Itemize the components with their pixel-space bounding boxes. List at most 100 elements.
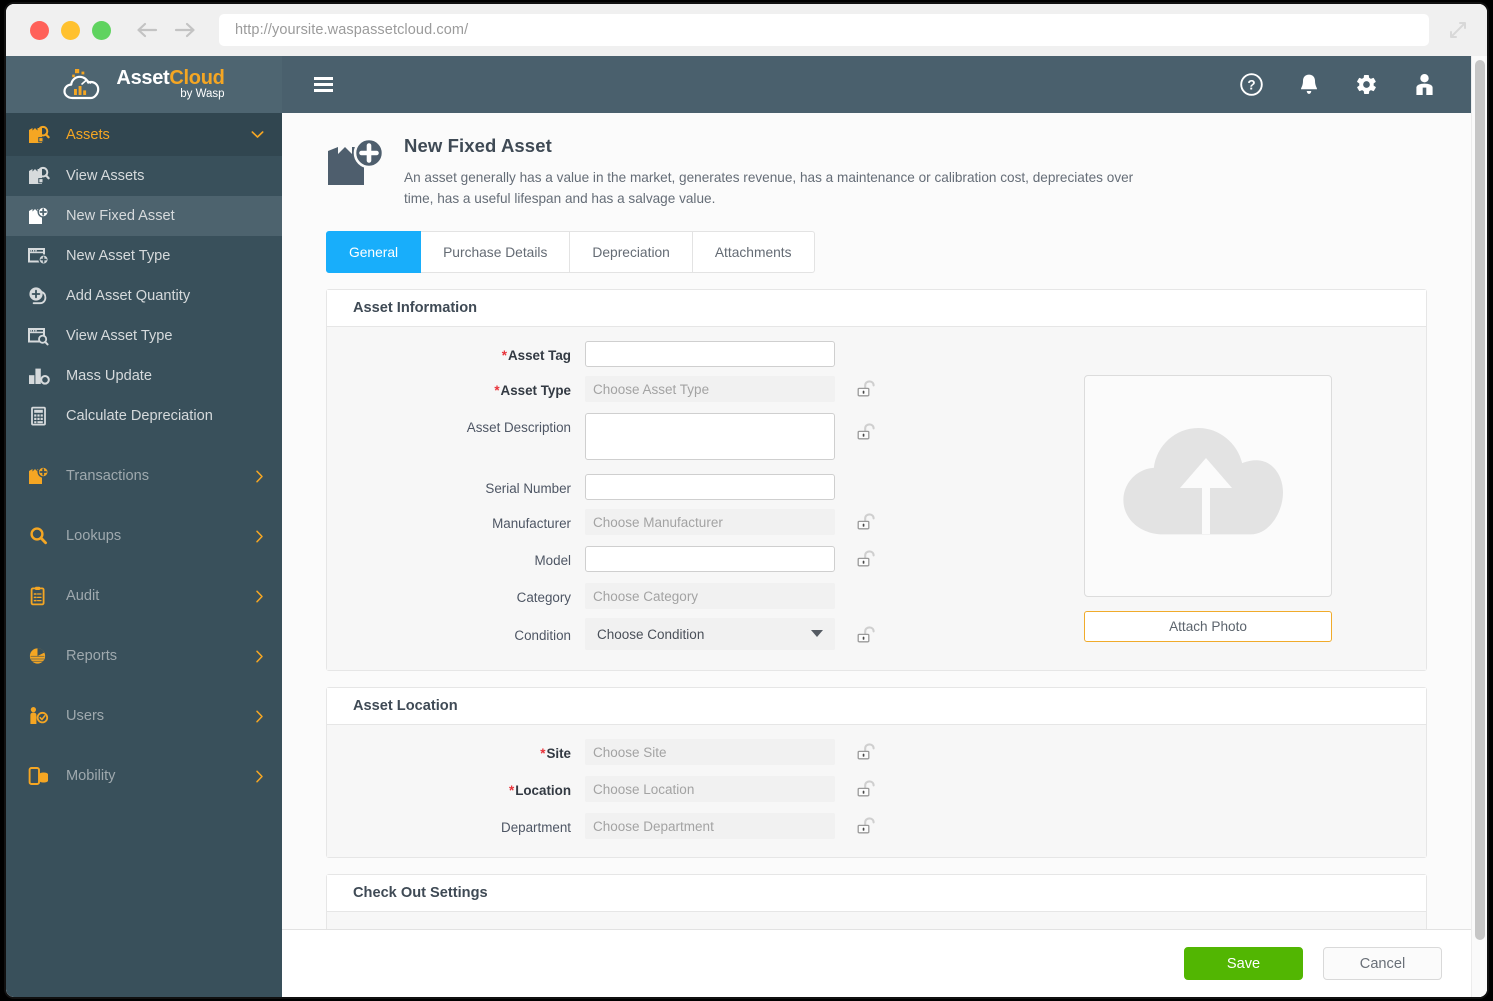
- hamburger-icon[interactable]: [314, 77, 333, 92]
- panel-title: Asset Location: [353, 698, 458, 715]
- asset-type-input[interactable]: [585, 376, 835, 403]
- tab-general[interactable]: General: [326, 231, 422, 274]
- app-topbar: AssetCloud by Wasp ?: [6, 56, 1471, 113]
- close-window-button[interactable]: [30, 20, 49, 40]
- clipboard-icon: [28, 586, 54, 606]
- site-input[interactable]: [585, 739, 835, 766]
- brand-logo[interactable]: AssetCloud by Wasp: [6, 56, 282, 113]
- required-marker: *: [508, 783, 515, 799]
- tab-attachments[interactable]: Attachments: [692, 231, 815, 274]
- required-marker: *: [494, 383, 500, 399]
- sidebar-group-label: Lookups: [66, 528, 122, 544]
- condition-select[interactable]: Choose Condition: [585, 618, 835, 651]
- sidebar-group-audit[interactable]: Audit: [6, 576, 282, 616]
- field-row-asset-tag: *Asset Tag: [327, 341, 1426, 368]
- notifications-icon[interactable]: [1299, 73, 1319, 96]
- model-input[interactable]: [585, 546, 835, 573]
- photo-upload-column: Attach Photo: [1084, 375, 1332, 643]
- main-content: New Fixed Asset An asset generally has a…: [282, 113, 1471, 997]
- chevron-right-icon: [255, 530, 264, 543]
- sidebar-group-label: Transactions: [66, 468, 150, 484]
- sidebar-group-assets[interactable]: Assets: [6, 113, 282, 156]
- logo-primary-text: Asset: [116, 67, 170, 90]
- unlocked-padlock-icon[interactable]: [857, 546, 879, 574]
- form-footer: Save Cancel: [282, 929, 1471, 997]
- panel-asset-location: Asset Location *Site Choose Site *Locati…: [326, 687, 1427, 859]
- assetcloud-logo: AssetCloud by Wasp: [63, 67, 225, 102]
- url-bar[interactable]: http://yoursite.waspassetcloud.com/: [219, 14, 1429, 46]
- asset-description-textarea[interactable]: [585, 413, 835, 461]
- tab-purchase-details[interactable]: Purchase Details: [421, 231, 571, 274]
- browser-chrome: http://yoursite.waspassetcloud.com/: [6, 4, 1487, 56]
- maximize-window-button[interactable]: [92, 20, 111, 40]
- user-account-icon[interactable]: [1414, 73, 1435, 96]
- help-icon[interactable]: ?: [1240, 73, 1263, 96]
- sidebar: Assets View Assets New Fixed Asset New A…: [6, 113, 282, 997]
- unlocked-padlock-icon[interactable]: [857, 376, 879, 404]
- save-button[interactable]: Save: [1184, 947, 1303, 980]
- chevron-right-icon: [255, 470, 264, 483]
- asset-search-icon: [28, 125, 54, 145]
- sidebar-item-mass-update[interactable]: Mass Update: [6, 356, 282, 396]
- label-condition: Condition: [514, 628, 571, 644]
- panel-body: Set check out defaults: [327, 912, 1426, 929]
- back-button[interactable]: [135, 20, 160, 40]
- tab-depreciation[interactable]: Depreciation: [570, 231, 693, 274]
- sidebar-item-label: View Assets: [66, 168, 145, 184]
- sidebar-item-label: Add Asset Quantity: [66, 288, 191, 304]
- unlocked-padlock-icon[interactable]: [857, 413, 879, 447]
- manufacturer-input[interactable]: [585, 509, 835, 536]
- sidebar-item-view-assets[interactable]: View Assets: [6, 156, 282, 196]
- forward-button[interactable]: [172, 20, 197, 40]
- sidebar-item-calculate-depreciation[interactable]: Calculate Depreciation: [6, 396, 282, 436]
- application-viewport: AssetCloud by Wasp ? Assets View Assets …: [6, 56, 1487, 997]
- unlocked-padlock-icon[interactable]: [857, 813, 879, 841]
- asset-search-icon: [28, 166, 54, 186]
- label-site: *Site: [540, 746, 571, 762]
- label-serial-number: Serial Number: [485, 481, 571, 497]
- label-department: Department: [501, 820, 571, 836]
- field-row-site: *Site: [327, 739, 1426, 767]
- sidebar-item-label: Mass Update: [66, 368, 152, 384]
- sidebar-item-view-asset-type[interactable]: View Asset Type: [6, 316, 282, 356]
- sidebar-group-lookups[interactable]: Lookups: [6, 516, 282, 556]
- field-row-location: *Location: [327, 776, 1426, 804]
- sidebar-group-reports[interactable]: Reports: [6, 636, 282, 676]
- asset-type-search-icon: [28, 326, 54, 346]
- sidebar-item-new-fixed-asset[interactable]: New Fixed Asset: [6, 196, 282, 236]
- traffic-lights: [30, 20, 111, 40]
- sidebar-item-add-asset-quantity[interactable]: Add Asset Quantity: [6, 276, 282, 316]
- photo-drop-zone[interactable]: [1084, 375, 1332, 598]
- sidebar-item-new-asset-type[interactable]: New Asset Type: [6, 236, 282, 276]
- attach-photo-button[interactable]: Attach Photo: [1084, 611, 1332, 643]
- minimize-window-button[interactable]: [61, 20, 80, 40]
- asset-tag-input[interactable]: [585, 341, 835, 368]
- mobility-icon: [28, 766, 54, 786]
- department-input[interactable]: [585, 813, 835, 840]
- cancel-button[interactable]: Cancel: [1323, 947, 1442, 980]
- expand-diagonal-icon[interactable]: [1447, 19, 1469, 41]
- vertical-scrollbar[interactable]: [1471, 56, 1487, 997]
- settings-gear-icon[interactable]: [1355, 73, 1378, 96]
- scrollbar-thumb[interactable]: [1475, 60, 1485, 940]
- unlocked-padlock-icon[interactable]: [857, 776, 879, 804]
- chevron-down-icon: [251, 130, 264, 139]
- sidebar-group-transactions[interactable]: Transactions: [6, 456, 282, 496]
- unlocked-padlock-icon[interactable]: [857, 618, 879, 650]
- label-category: Category: [516, 590, 571, 606]
- category-input[interactable]: [585, 583, 835, 610]
- label-location: *Location: [508, 783, 571, 799]
- panel-body: *Asset Tag *Asset Type Choose Asset Type…: [327, 327, 1426, 671]
- topbar-actions: ?: [1240, 73, 1471, 96]
- panel-header: Check Out Settings: [327, 875, 1426, 913]
- panel-title: Asset Information: [353, 300, 478, 317]
- serial-number-input[interactable]: [585, 474, 835, 501]
- label-manufacturer: Manufacturer: [492, 516, 571, 532]
- unlocked-padlock-icon[interactable]: [857, 509, 879, 537]
- unlocked-padlock-icon[interactable]: [857, 739, 879, 767]
- sidebar-group-users[interactable]: Users: [6, 696, 282, 736]
- location-input[interactable]: [585, 776, 835, 803]
- sidebar-group-mobility[interactable]: Mobility: [6, 756, 282, 796]
